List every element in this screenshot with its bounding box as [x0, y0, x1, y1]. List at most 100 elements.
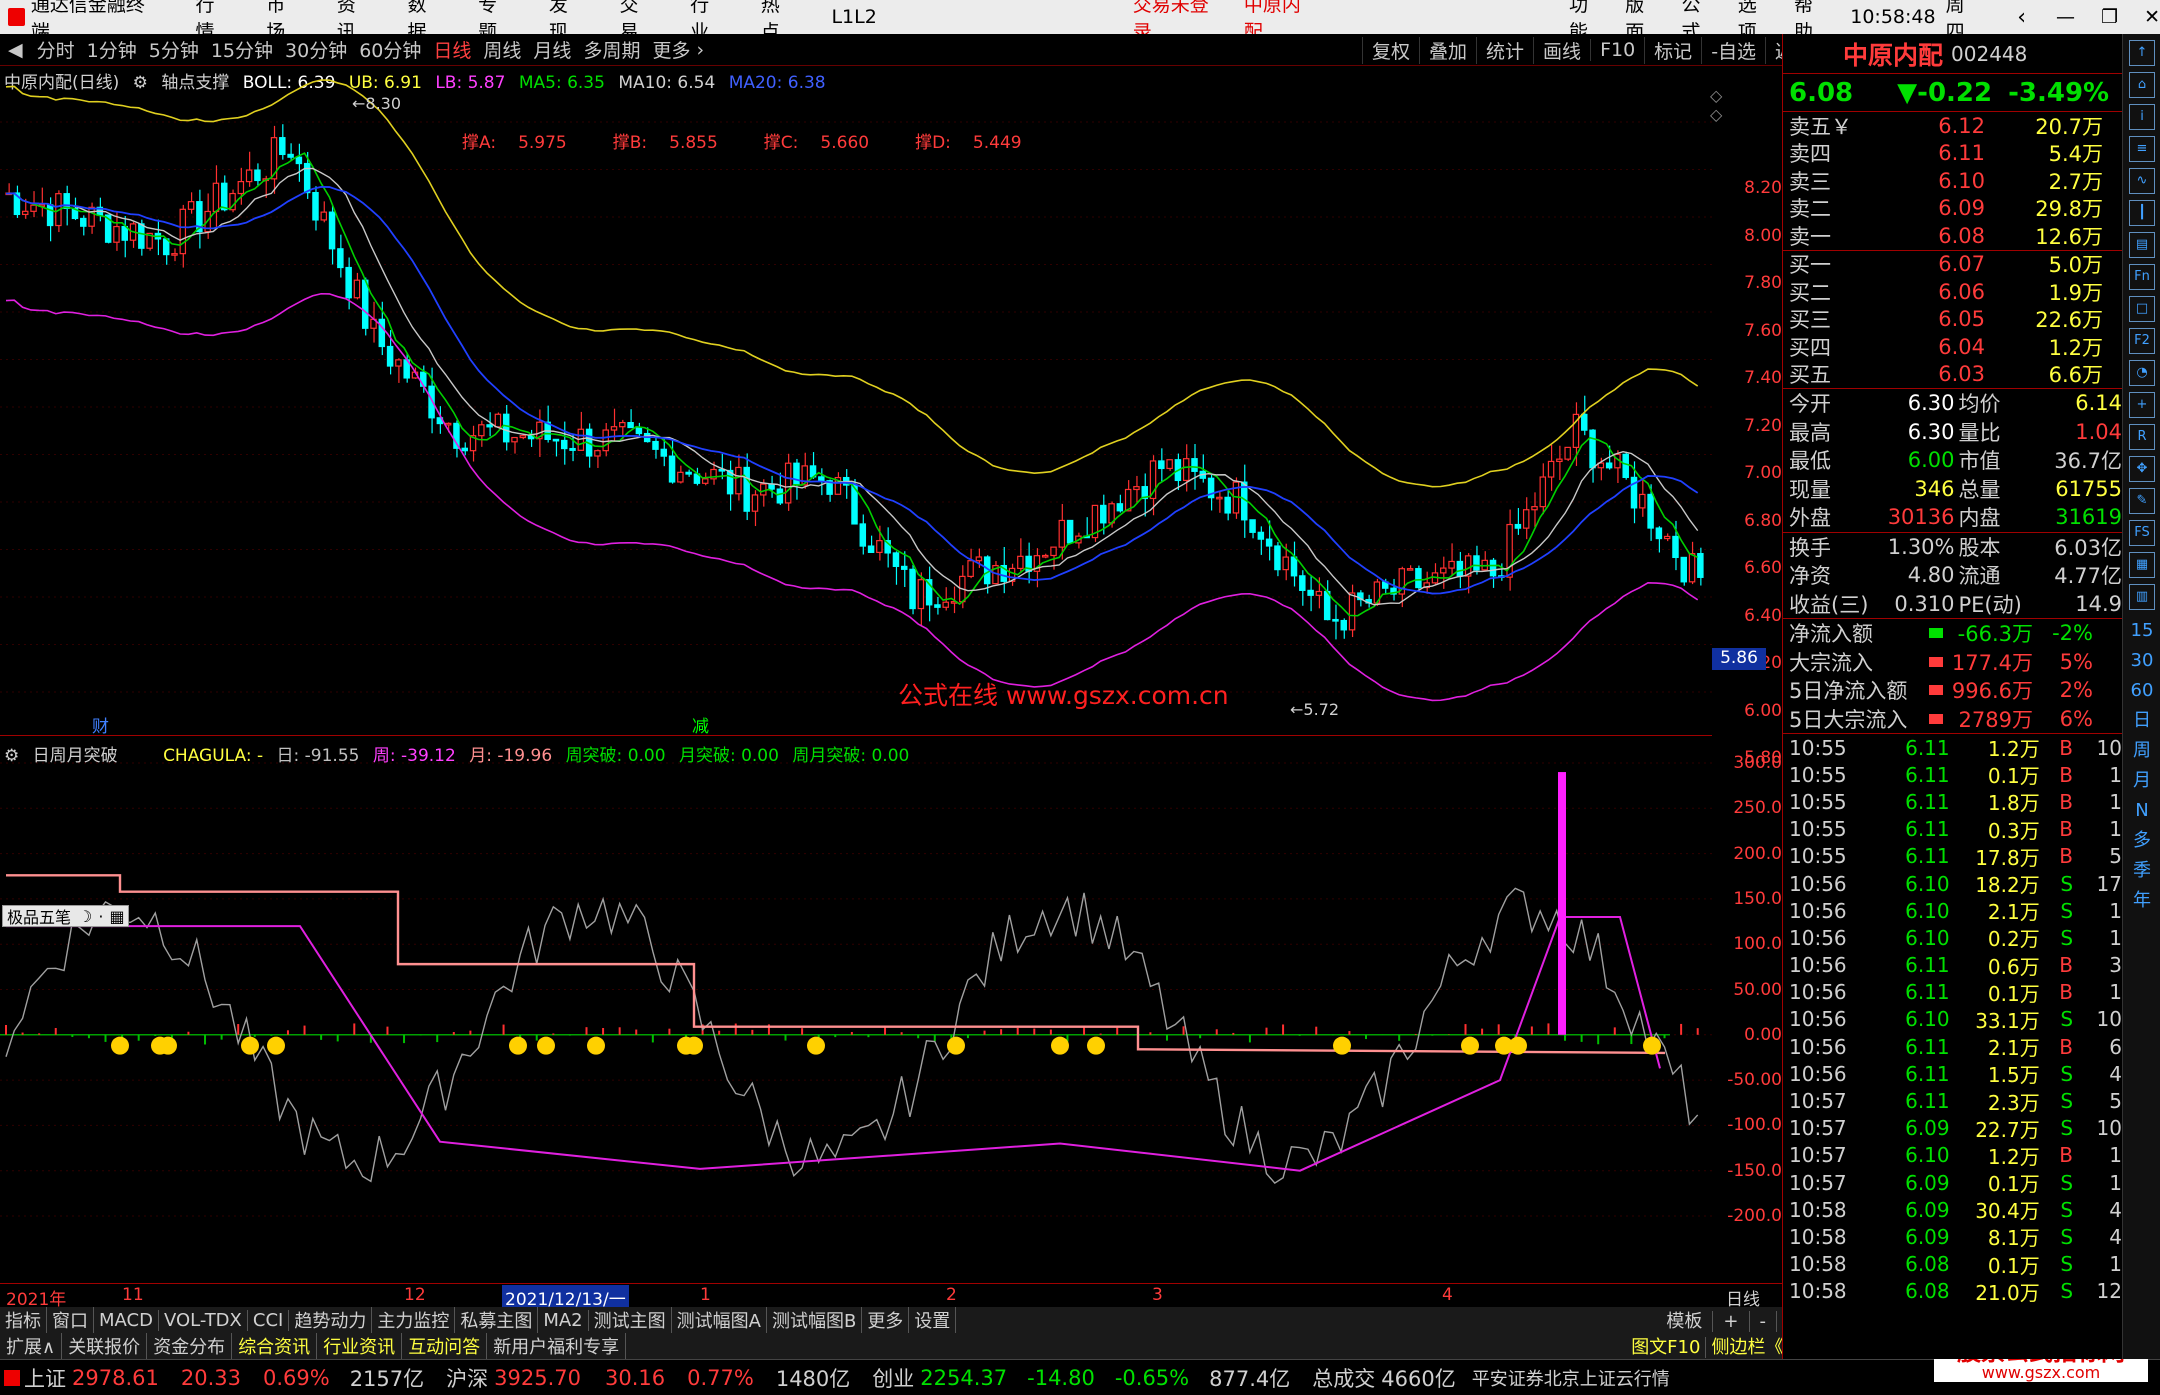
broker-name[interactable]: 平安证券北京上证云行情: [1472, 1365, 1670, 1391]
ext-tab-0[interactable]: 扩展∧: [0, 1333, 63, 1359]
order-level[interactable]: 买三 6.05 22.6万: [1789, 306, 2122, 334]
ext-tab-5[interactable]: 互动问答: [402, 1333, 488, 1359]
close-icon[interactable]: ✕: [2144, 6, 2160, 28]
period-tab-7[interactable]: 周线: [477, 36, 527, 63]
order-level[interactable]: 买五 6.03 6.6万: [1789, 361, 2122, 389]
pen-icon[interactable]: ✎: [2129, 488, 2155, 514]
period-tab-9[interactable]: 多周期: [577, 36, 646, 63]
indicator-tab-8[interactable]: MA2: [538, 1309, 589, 1331]
period-tab-2[interactable]: 5分钟: [143, 36, 205, 63]
order-level[interactable]: 卖三 6.10 2.7万: [1789, 167, 2122, 195]
indicator-tab-13[interactable]: 设置: [909, 1307, 957, 1333]
up-arrow-icon[interactable]: ↑: [2129, 40, 2155, 66]
sidebar-period-7[interactable]: 多: [2123, 826, 2160, 856]
stroke-tool-label[interactable]: 极品五笔: [3, 904, 75, 928]
moon-icon[interactable]: ☽: [75, 907, 95, 926]
flow-row[interactable]: 5日净流入额 996.6万 2%: [1789, 676, 2122, 705]
tool-6[interactable]: -自选: [1701, 36, 1765, 64]
order-level[interactable]: 买四 6.04 1.2万: [1789, 333, 2122, 361]
home-icon[interactable]: ⌂: [2129, 72, 2155, 98]
ext-tab-2[interactable]: 资金分布: [147, 1333, 233, 1359]
flow-row[interactable]: 5日大宗流入 2789万 6%: [1789, 705, 2122, 734]
cy-label[interactable]: 创业: [872, 1363, 914, 1393]
tab-right-0[interactable]: 模板: [1656, 1311, 1714, 1332]
indicator-tab-10[interactable]: 测试幅图A: [672, 1307, 767, 1333]
flow-row[interactable]: 净流入额 -66.3万 -2%: [1789, 619, 2122, 648]
dot-icon[interactable]: ·: [95, 907, 106, 926]
period-tab-8[interactable]: 月线: [527, 36, 577, 63]
indicator-tab-4[interactable]: CCI: [248, 1309, 290, 1331]
period-tab-5[interactable]: 60分钟: [353, 36, 427, 63]
period-tab-0[interactable]: 分时: [31, 36, 81, 63]
stroke-toolbox[interactable]: 极品五笔 ☽ · ▦: [2, 905, 129, 927]
tool-1[interactable]: 叠加: [1419, 36, 1476, 64]
keyboard-icon[interactable]: ▦: [106, 907, 127, 926]
sh-label[interactable]: 上证: [24, 1363, 66, 1393]
doc-icon[interactable]: □: [2129, 296, 2155, 322]
tick-list[interactable]: 10:55 6.11 1.2万 B 10 10:55 6.11 0.1万 B 1 10:55 6.11…: [1783, 734, 2122, 1305]
info-icon[interactable]: i: [2129, 104, 2155, 130]
indicator-tab-3[interactable]: VOL-TDX: [159, 1309, 248, 1331]
indicator-chart[interactable]: [0, 737, 1712, 1283]
period-tab-6[interactable]: 日线: [427, 36, 477, 63]
kline-chart[interactable]: [0, 66, 1712, 736]
sidebar-period-5[interactable]: 月: [2123, 766, 2160, 796]
chart-icon[interactable]: ∿: [2129, 168, 2155, 194]
plus-icon[interactable]: +: [2129, 392, 2155, 418]
indicator-tab-6[interactable]: 主力监控: [372, 1307, 456, 1333]
indicator-tab-11[interactable]: 测试幅图B: [767, 1307, 863, 1333]
fs-icon[interactable]: FS: [2129, 520, 2155, 546]
kline-icon[interactable]: ┃: [2129, 200, 2155, 226]
sidebar-period-8[interactable]: 季: [2123, 856, 2160, 886]
period-tab-4[interactable]: 30分钟: [279, 36, 353, 63]
tab-right-1[interactable]: +: [1713, 1311, 1750, 1332]
sidebar-period-2[interactable]: 60: [2123, 676, 2160, 706]
ext-tab-3[interactable]: 综合资讯: [232, 1333, 318, 1359]
order-level[interactable]: 卖二 6.09 29.8万: [1789, 195, 2122, 223]
ext-right-0[interactable]: 图文F10: [1626, 1337, 1707, 1358]
back-arrow-icon[interactable]: ‹: [2017, 5, 2026, 30]
ext-tab-1[interactable]: 关联报价: [62, 1333, 148, 1359]
reduce-tag[interactable]: 减: [692, 712, 709, 737]
list-icon[interactable]: ≡: [2129, 136, 2155, 162]
order-level[interactable]: 买二 6.06 1.9万: [1789, 278, 2122, 306]
ext-tab-6[interactable]: 新用户福利专享: [487, 1333, 627, 1359]
sidebar-period-9[interactable]: 年: [2123, 886, 2160, 916]
flow-row[interactable]: 大宗流入 177.4万 5%: [1789, 648, 2122, 677]
tab-right-2[interactable]: -: [1749, 1311, 1777, 1332]
crosshair-icon[interactable]: ✥: [2129, 456, 2155, 482]
indicator-pane[interactable]: ⚙ 日周月突破 CHAGULA: - 日: -91.55 周: -39.12 月…: [0, 737, 1782, 1283]
f10-icon[interactable]: Fn: [2129, 264, 2155, 290]
period-tab-3[interactable]: 15分钟: [205, 36, 279, 63]
tool-3[interactable]: 画线: [1533, 36, 1590, 64]
sidebar-period-6[interactable]: N: [2123, 796, 2160, 826]
sidebar-period-3[interactable]: 日: [2123, 706, 2160, 736]
sidebar-period-4[interactable]: 周: [2123, 736, 2160, 766]
indicator-tab-1[interactable]: 窗口: [47, 1307, 94, 1333]
indicator-tab-0[interactable]: 指标: [0, 1307, 47, 1333]
pie-icon[interactable]: ◔: [2129, 360, 2155, 386]
tool-5[interactable]: 标记: [1644, 36, 1701, 64]
sidebar-period-0[interactable]: 15: [2123, 616, 2160, 646]
sidebar-period-1[interactable]: 30: [2123, 646, 2160, 676]
rsi-icon[interactable]: R: [2129, 424, 2155, 450]
ext-tab-4[interactable]: 行业资讯: [317, 1333, 403, 1359]
period-tab-1[interactable]: 1分钟: [81, 36, 143, 63]
f2-icon[interactable]: F2: [2129, 328, 2155, 354]
minimize-icon[interactable]: —: [2056, 6, 2075, 28]
collapse-icon[interactable]: ◀: [0, 39, 31, 61]
kline-pane[interactable]: 中原内配(日线) ⚙ 轴点支撑 BOLL: 6.39 UB: 6.91 LB: …: [0, 66, 1782, 768]
indicator-tab-9[interactable]: 测试主图: [589, 1307, 672, 1333]
chevron-right-icon[interactable]: ›: [696, 39, 704, 61]
indicator-tab-5[interactable]: 趋势动力: [289, 1307, 373, 1333]
hs-label[interactable]: 沪深: [446, 1363, 488, 1393]
menu-9[interactable]: L1L2: [831, 6, 876, 28]
order-level[interactable]: 买一 6.07 5.0万: [1789, 251, 2122, 279]
finance-tag[interactable]: 财: [92, 712, 109, 737]
ext-right-1[interactable]: 侧边栏《: [1706, 1337, 1790, 1358]
indicator-tab-2[interactable]: MACD: [94, 1309, 159, 1331]
indicator-tab-12[interactable]: 更多: [862, 1307, 910, 1333]
tool-0[interactable]: 复权: [1362, 36, 1419, 64]
news-icon[interactable]: ▤: [2129, 232, 2155, 258]
order-level[interactable]: 卖一 6.08 12.6万: [1789, 222, 2122, 250]
